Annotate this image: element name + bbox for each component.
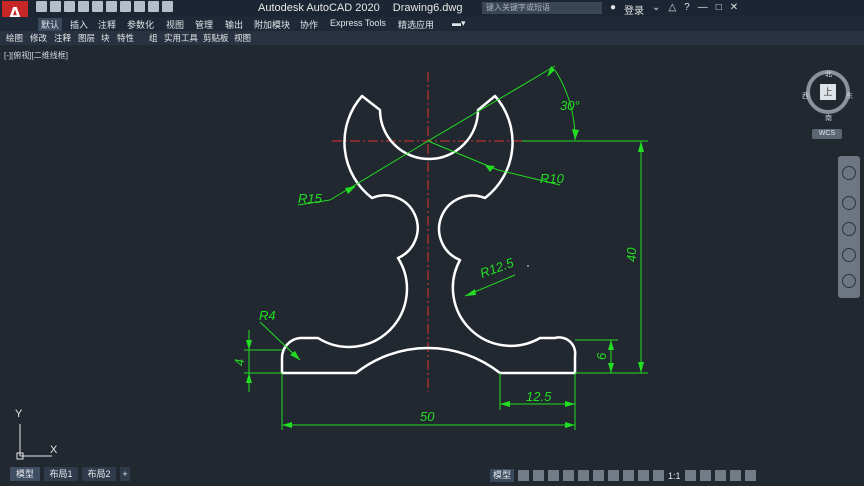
status-tools: 模型 1:1	[490, 469, 756, 482]
compass-south[interactable]: 南	[825, 113, 832, 123]
otrack-icon[interactable]	[593, 470, 605, 481]
tab-model[interactable]: 模型	[10, 467, 40, 481]
height-6-label: 6	[594, 352, 609, 360]
ortho-icon[interactable]	[548, 470, 560, 481]
r15-label: R15	[298, 191, 323, 206]
annotation-visibility-icon[interactable]	[638, 470, 650, 481]
showmotion-icon[interactable]	[842, 274, 856, 288]
ucs-icon	[16, 424, 52, 460]
pan-icon[interactable]	[842, 196, 856, 210]
width-50-label: 50	[420, 409, 435, 424]
autoscale-icon[interactable]	[653, 470, 665, 481]
compass-west[interactable]: 西	[802, 91, 809, 101]
add-layout-button[interactable]: +	[120, 467, 130, 481]
ucs-y-label: Y	[15, 408, 23, 420]
r10-label: R10	[540, 171, 565, 186]
tab-layout1[interactable]: 布局1	[44, 467, 78, 481]
wcs-menu[interactable]: WCS	[812, 129, 842, 139]
workspace-gear-icon[interactable]	[684, 470, 696, 481]
viewcube-top-face[interactable]: 上	[820, 84, 836, 100]
annotation-monitor-icon[interactable]	[699, 470, 711, 481]
width-12-5-label: 12.5	[526, 389, 552, 404]
snap-icon[interactable]	[533, 470, 545, 481]
ucs-x-label: X	[50, 444, 58, 456]
tab-layout2[interactable]: 布局2	[82, 467, 116, 481]
dimension-text: 30° R10 R15 R12.5 R4 40 6 4 12.5 50	[232, 98, 639, 424]
r4-label: R4	[259, 308, 276, 323]
compass-north[interactable]: 北	[825, 69, 832, 79]
grid-icon[interactable]	[518, 470, 530, 481]
navigation-bar	[838, 156, 860, 298]
annotation-scale[interactable]: 1:1	[668, 471, 681, 481]
selection-cycling-icon[interactable]	[623, 470, 635, 481]
compass-east[interactable]: 东	[846, 91, 853, 101]
height-40-label: 40	[624, 247, 639, 262]
cursor-dot	[527, 265, 529, 267]
drawing-canvas[interactable]: 30° R10 R15 R12.5 R4 40 6 4 12.5 50 X Y	[0, 0, 864, 486]
part-outline	[280, 94, 577, 375]
height-4-label: 4	[232, 359, 247, 366]
steering-wheel-icon[interactable]	[842, 166, 856, 180]
zoom-icon[interactable]	[842, 222, 856, 236]
orbit-icon[interactable]	[842, 248, 856, 262]
customize-icon[interactable]	[744, 470, 756, 481]
model-space-toggle[interactable]: 模型	[490, 469, 515, 482]
units-icon[interactable]	[714, 470, 726, 481]
lineweight-icon[interactable]	[608, 470, 620, 481]
polar-icon[interactable]	[563, 470, 575, 481]
quick-properties-icon[interactable]	[729, 470, 741, 481]
angle-dimension-label: 30°	[560, 98, 580, 113]
osnap-icon[interactable]	[578, 470, 590, 481]
